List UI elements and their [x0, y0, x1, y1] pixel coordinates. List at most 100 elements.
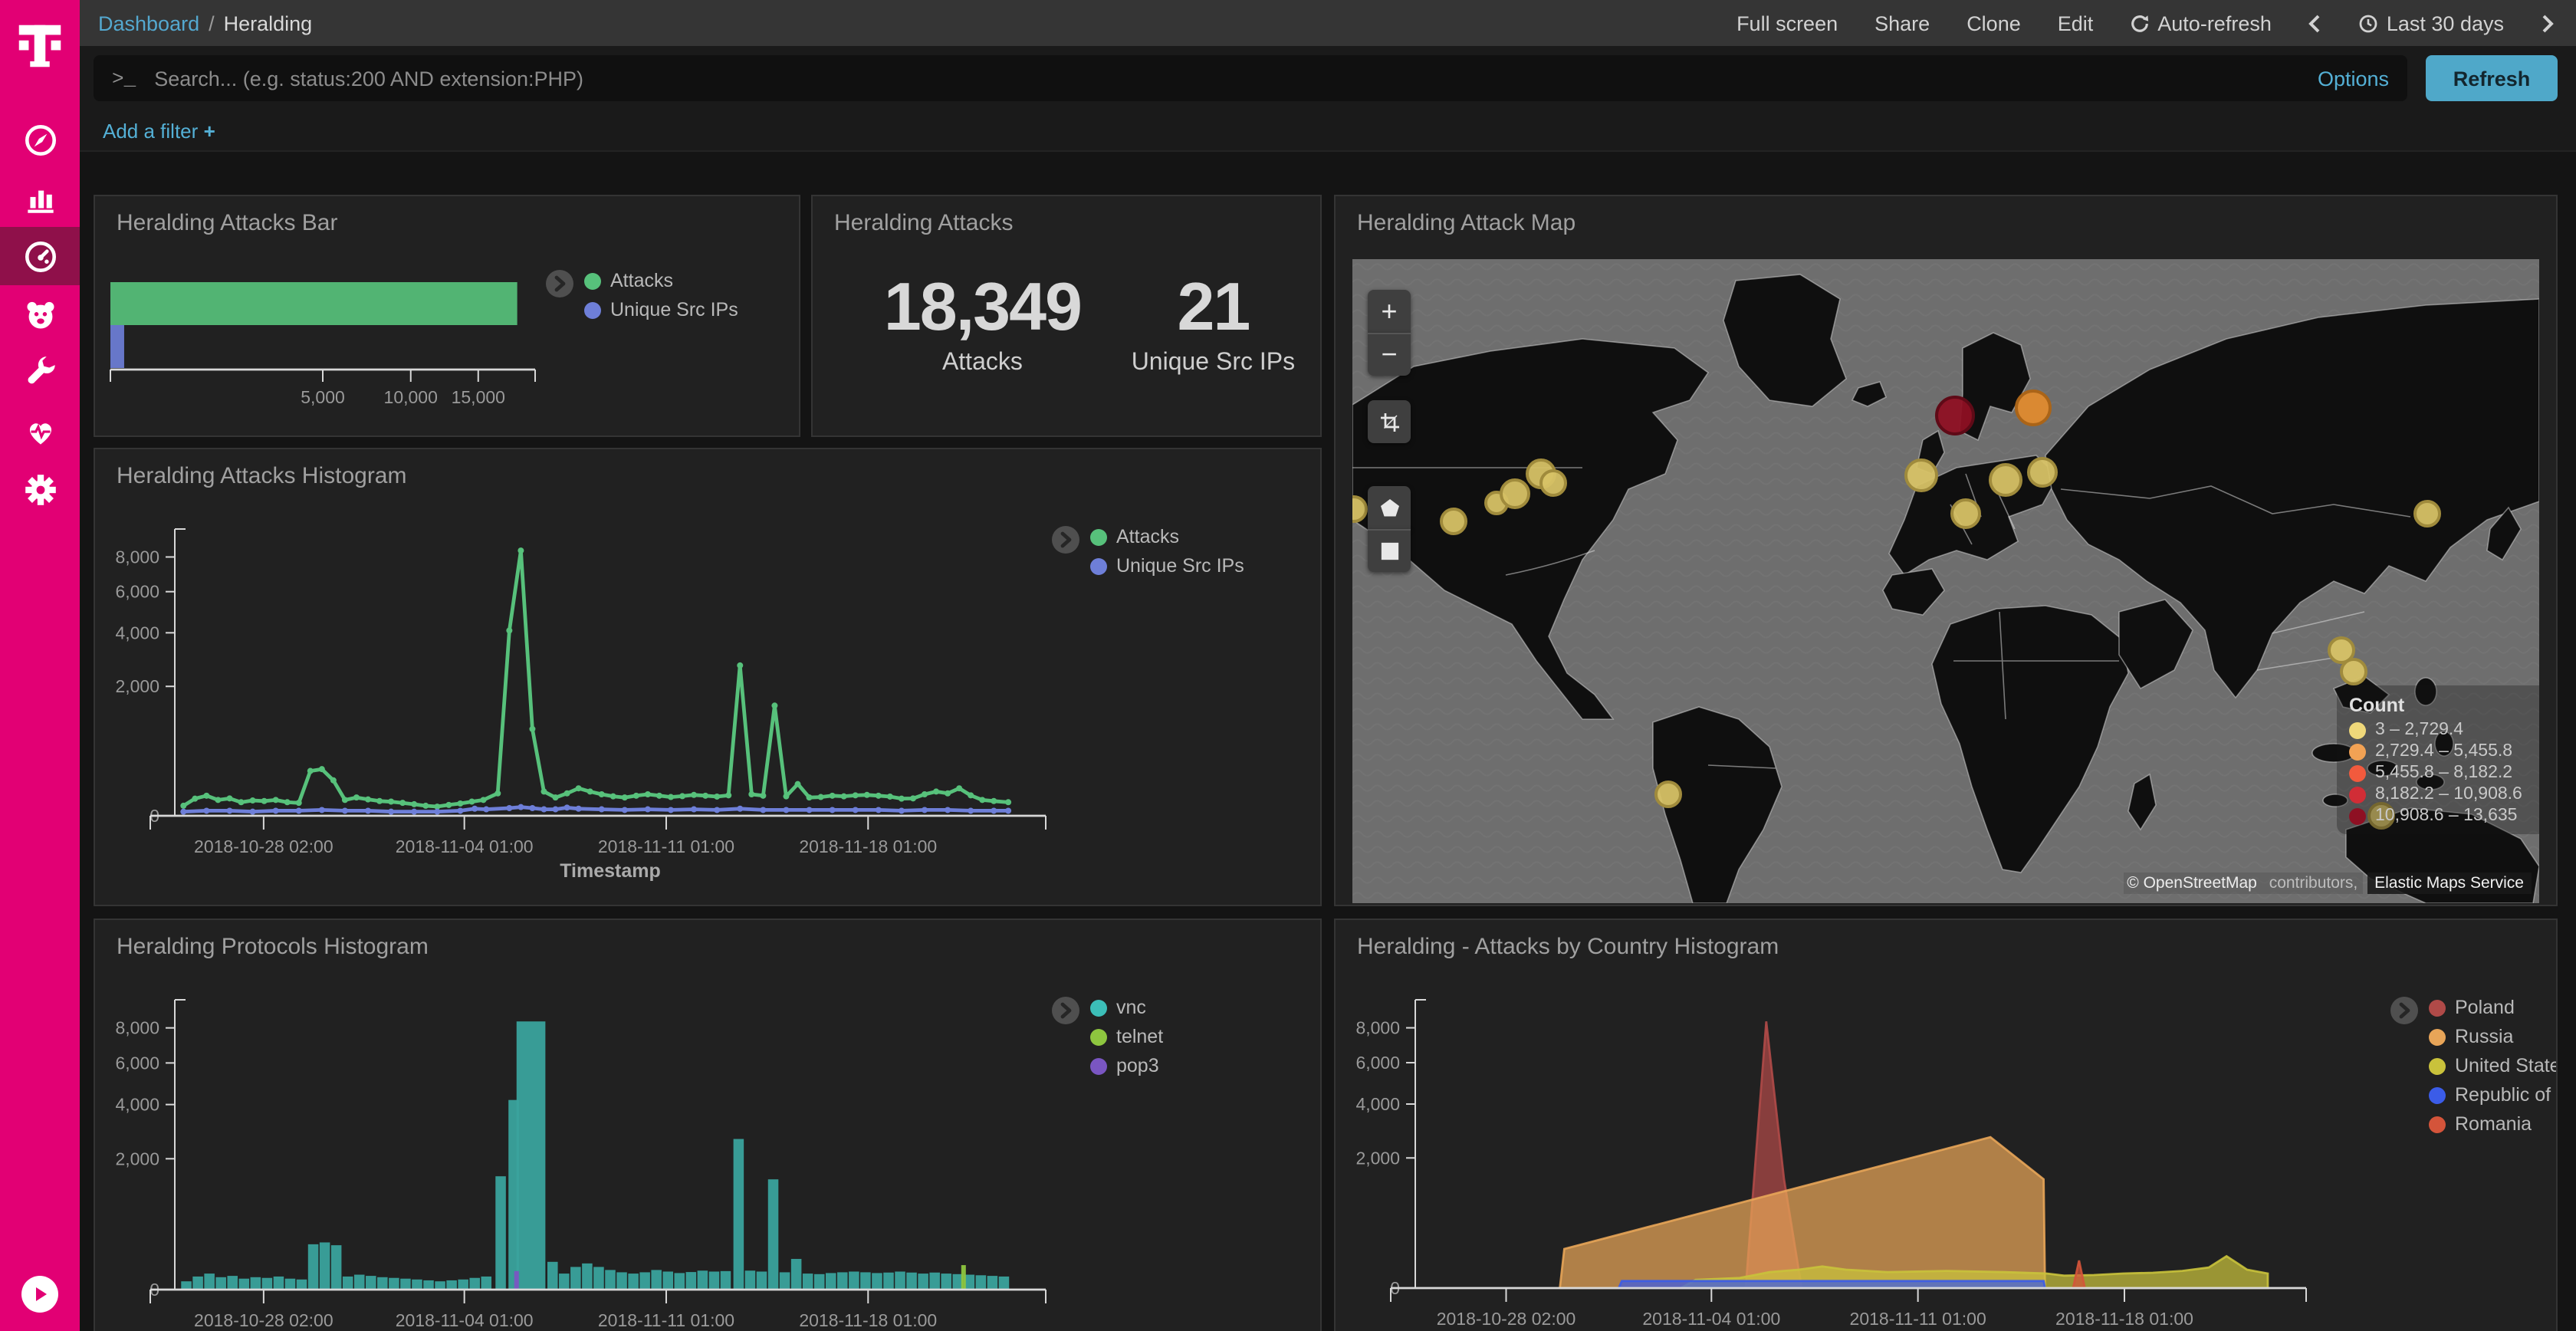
map-attribution: © OpenStreetMap contributors, Elastic Ma…: [2124, 874, 2532, 892]
legend-item-attacks[interactable]: Attacks: [1090, 526, 1244, 547]
legend-label: Poland: [2455, 997, 2515, 1018]
map-dot-yellow[interactable]: [1441, 509, 1466, 534]
map-dot-yellow[interactable]: [2415, 501, 2440, 526]
legend-toggle-chevron-icon[interactable]: [546, 270, 573, 297]
breadcrumb-current: Heralding: [224, 12, 313, 35]
clone-button[interactable]: Clone: [1967, 12, 2021, 35]
chart-legend: Attacks Unique Src IPs: [546, 270, 738, 320]
panel-heralding-attacks-bar: Heralding Attacks Bar 5,00010,00015,000 …: [94, 195, 800, 437]
chevron-left-icon: [2308, 13, 2322, 33]
map-legend-item: 8,182.2 – 10,908.6: [2349, 785, 2539, 804]
map-fit-bounds-button[interactable]: [1368, 400, 1411, 443]
legend-item-attacks[interactable]: Attacks: [584, 270, 738, 291]
search-input[interactable]: [151, 65, 2302, 91]
chart-legend: Poland Russia United States Republic of Kor…: [2390, 997, 2558, 1135]
dashboard-gauge-icon: [21, 237, 59, 275]
sidebar-item-dashboard[interactable]: [0, 227, 80, 285]
map-dot-yellow[interactable]: [1352, 497, 1366, 521]
legend-item-russia[interactable]: Russia: [2429, 1026, 2558, 1047]
metric-label: Unique Src IPs: [1132, 350, 1295, 377]
legend-item-unique-src-ips[interactable]: Unique Src IPs: [584, 299, 738, 320]
sidebar-item-discover[interactable]: [0, 110, 80, 169]
legend-toggle-chevron-icon[interactable]: [2390, 997, 2418, 1024]
sidebar-collapse-button[interactable]: [21, 1276, 58, 1313]
sidebar-item-monitoring[interactable]: [0, 402, 80, 460]
search-box[interactable]: >_ Options: [94, 55, 2407, 101]
map-legend-color-dot: [2349, 764, 2366, 781]
full-screen-button[interactable]: Full screen: [1737, 12, 1838, 35]
map-dot-dark-red[interactable]: [1937, 397, 1973, 434]
legend-item-romania[interactable]: Romania: [2429, 1113, 2558, 1135]
legend-label: Unique Src IPs: [610, 299, 738, 320]
breadcrumb-dashboard-link[interactable]: Dashboard: [98, 12, 199, 35]
map-dot-orange[interactable]: [2016, 391, 2050, 425]
filter-bar: Add a filter +: [80, 110, 2576, 152]
panel-title: Heralding Attacks: [834, 210, 1013, 236]
map-draw-rectangle-button[interactable]: [1368, 529, 1411, 572]
legend-color-dot: [2429, 1028, 2446, 1045]
telekom-logo[interactable]: [0, 0, 80, 92]
world-attack-map[interactable]: + − Count 3 – 2,729.42,729.4 – 5,455.85,…: [1352, 259, 2539, 903]
heartbeat-icon: [21, 412, 59, 450]
map-legend-color-dot: [2349, 743, 2366, 760]
sidebar-item-devtools[interactable]: [0, 343, 80, 402]
svg-text:2018-11-04 01:00: 2018-11-04 01:00: [1642, 1309, 1780, 1329]
map-dot-yellow[interactable]: [1952, 500, 1980, 527]
map-dot-yellow[interactable]: [1541, 471, 1566, 495]
osm-attribution-link[interactable]: © OpenStreetMap: [2124, 873, 2260, 894]
metric-label: Attacks: [884, 350, 1081, 377]
legend-item-unique-src-ips[interactable]: Unique Src IPs: [1090, 555, 1244, 577]
map-dot-yellow[interactable]: [1906, 460, 1937, 491]
svg-text:6,000: 6,000: [1355, 1053, 1400, 1073]
time-forward-button[interactable]: [2541, 13, 2555, 33]
metric-value: 21: [1132, 270, 1295, 347]
sidebar-item-visualize[interactable]: [0, 169, 80, 227]
svg-text:4,000: 4,000: [115, 1095, 159, 1115]
refresh-button[interactable]: Refresh: [2426, 55, 2558, 101]
attacks-histogram-chart[interactable]: 02,0004,0006,0008,0002018-10-28 02:00201…: [95, 449, 1320, 905]
time-back-button[interactable]: [2308, 13, 2322, 33]
legend-toggle-chevron-icon[interactable]: [1052, 526, 1079, 554]
map-dot-yellow[interactable]: [1990, 465, 2021, 495]
map-draw-polygon-button[interactable]: [1368, 486, 1411, 529]
map-dot-yellow[interactable]: [2341, 659, 2366, 684]
legend-item-united-states[interactable]: United States: [2429, 1055, 2558, 1076]
country-histogram-chart[interactable]: 02,0004,0006,0008,0002018-10-28 02:00201…: [1336, 920, 2556, 1331]
legend-item-poland[interactable]: Poland: [2429, 997, 2558, 1018]
legend-color-dot: [1090, 557, 1107, 574]
map-dot-yellow[interactable]: [1656, 782, 1681, 807]
auto-refresh-button[interactable]: Auto-refresh: [2130, 12, 2272, 35]
panel-heralding-protocols-histogram: Heralding Protocols Histogram 02,0004,00…: [94, 919, 1322, 1331]
legend-item-pop3[interactable]: pop3: [1090, 1055, 1163, 1076]
legend-label: Attacks: [610, 270, 673, 291]
map-zoom-out-button[interactable]: −: [1368, 333, 1411, 376]
legend-toggle-chevron-icon[interactable]: [1052, 997, 1079, 1024]
options-link[interactable]: Options: [2318, 67, 2389, 90]
legend-color-dot: [2429, 1057, 2446, 1074]
svg-text:4,000: 4,000: [1355, 1094, 1400, 1114]
chart-legend: Attacks Unique Src IPs: [1052, 526, 1244, 577]
svg-text:10,000: 10,000: [384, 387, 438, 407]
legend-item-telnet[interactable]: telnet: [1090, 1026, 1163, 1047]
sidebar-item-attack-animal[interactable]: [0, 285, 80, 343]
map-count-legend: Count 3 – 2,729.42,729.4 – 5,455.85,455.…: [2337, 685, 2539, 834]
bear-icon: [21, 295, 59, 334]
svg-text:2018-11-11 01:00: 2018-11-11 01:00: [598, 1310, 734, 1330]
map-dot-yellow[interactable]: [2029, 458, 2056, 486]
metric-attacks: 18,349 Attacks: [884, 270, 1081, 377]
map-zoom-in-button[interactable]: +: [1368, 290, 1411, 333]
add-filter-link[interactable]: Add a filter +: [103, 119, 215, 142]
share-button[interactable]: Share: [1875, 12, 1930, 35]
breadcrumb-separator: /: [209, 12, 215, 35]
wrench-icon: [21, 353, 59, 392]
time-range-picker[interactable]: Last 30 days: [2359, 12, 2504, 35]
sidebar-item-management[interactable]: [0, 460, 80, 518]
osm-contributors-text: contributors,: [2269, 873, 2363, 894]
map-dot-yellow[interactable]: [1501, 480, 1529, 508]
legend-item-vnc[interactable]: vnc: [1090, 997, 1163, 1018]
legend-item-republic-of-korea[interactable]: Republic of Korea: [2429, 1084, 2558, 1106]
elastic-maps-service-link[interactable]: Elastic Maps Service: [2367, 873, 2532, 894]
protocols-histogram-chart[interactable]: 02,0004,0006,0008,0002018-10-28 02:00201…: [95, 920, 1320, 1331]
edit-button[interactable]: Edit: [2058, 12, 2094, 35]
top-navbar: Dashboard / Heralding Full screen Share …: [80, 0, 2576, 46]
